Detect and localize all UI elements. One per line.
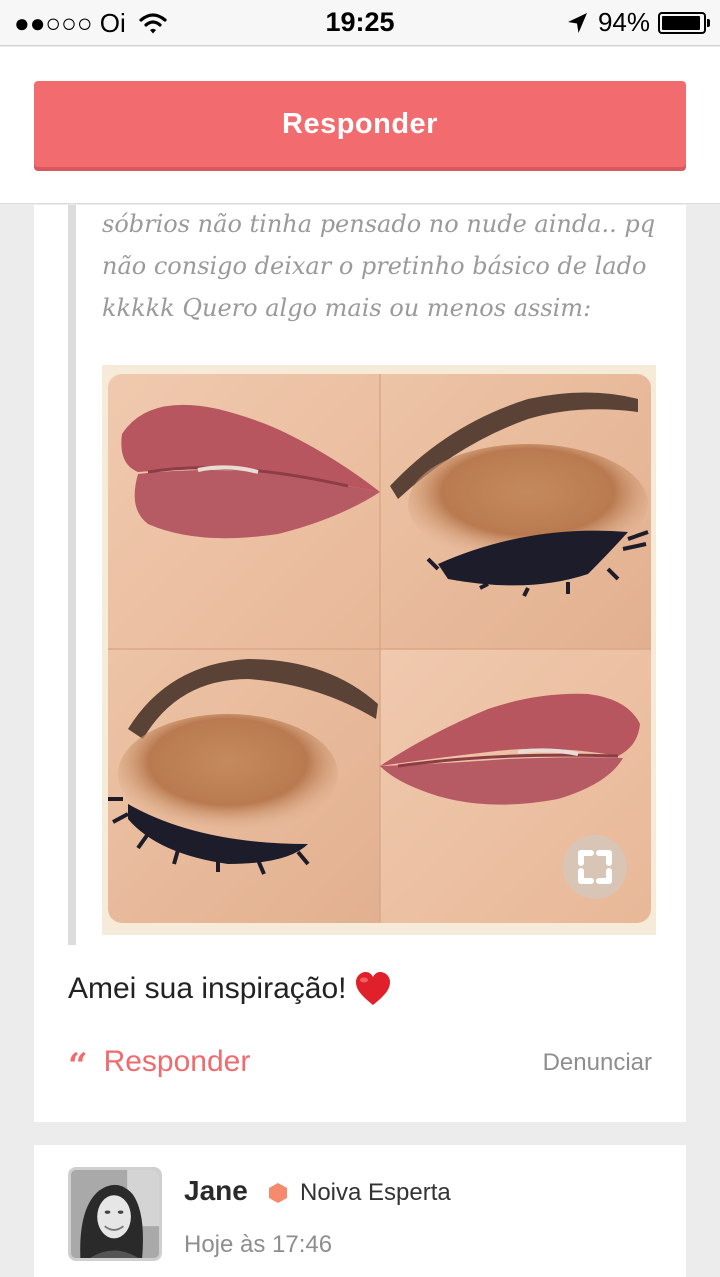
quoted-line: não consigo deixar o pretinho básico de … (102, 252, 647, 280)
expand-image-button[interactable] (563, 835, 627, 899)
battery-fill (662, 15, 700, 30)
battery-percent: 94% (597, 7, 650, 37)
badge-label: Noiva Esperta (300, 1179, 451, 1206)
quoted-photo[interactable] (102, 365, 656, 935)
author-name[interactable]: Jane (184, 1175, 248, 1207)
status-bar: ●●○○○ Oi 19:25 94% (0, 0, 720, 46)
avatar[interactable] (68, 1167, 162, 1261)
quoted-line: kkkkk Quero algo mais ou menos assim: (102, 294, 592, 322)
quoted-message: sóbrios não tinha pensado no nude ainda.… (68, 205, 656, 945)
expand-icon (578, 850, 612, 884)
quoted-text: sóbrios não tinha pensado no nude ainda.… (102, 203, 662, 329)
reply-button[interactable]: Responder (34, 81, 686, 167)
report-link[interactable]: Denunciar (543, 1049, 652, 1077)
comment-body: Amei sua inspiração! (68, 972, 347, 1005)
status-right: 94% (566, 7, 710, 38)
user-badge: Noiva Esperta (268, 1179, 451, 1207)
hexagon-badge-icon (268, 1182, 288, 1204)
quote-icon: “ (68, 1046, 88, 1086)
battery-icon (658, 11, 710, 34)
reply-link[interactable]: “ Responder (68, 1045, 251, 1083)
post-actions: “ Responder Denunciar (68, 1045, 652, 1085)
comment-text: Amei sua inspiração! (68, 971, 392, 1007)
makeup-collage-image (108, 374, 651, 923)
reply-link-label: Responder (103, 1045, 251, 1078)
post-card: sóbrios não tinha pensado no nude ainda.… (34, 205, 686, 1122)
post-timestamp: Hoje às 17:46 (184, 1231, 333, 1258)
quoted-line: sóbrios não tinha pensado no nude ainda.… (102, 210, 656, 238)
heart-icon (354, 971, 392, 1007)
location-arrow-icon (566, 11, 588, 35)
next-post-card: Jane Noiva Esperta Hoje às 17:46 (34, 1145, 686, 1277)
reply-toolbar: Responder (0, 47, 720, 204)
